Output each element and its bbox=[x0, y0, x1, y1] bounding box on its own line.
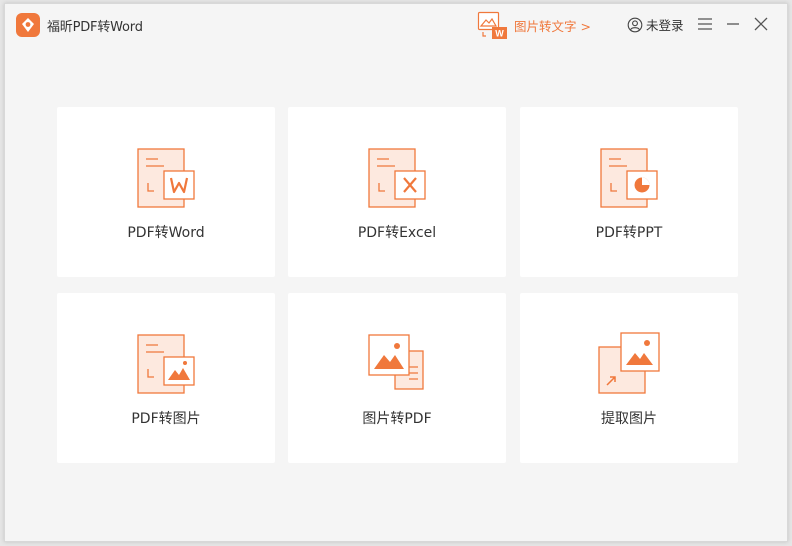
tool-card-label: PDF转图片 bbox=[131, 411, 201, 427]
app-title: 福昕PDF转Word bbox=[47, 20, 143, 35]
menu-button[interactable] bbox=[696, 15, 714, 33]
tool-card-label: PDF转PPT bbox=[595, 225, 663, 241]
tool-card-extract-image[interactable]: 提取图片 bbox=[520, 293, 738, 463]
login-label: 未登录 bbox=[646, 18, 684, 33]
app-window: 福昕PDF转Word W 图片转文字 > 未登录 PDF转Word PDF转Ex… bbox=[4, 3, 788, 542]
pdf-to-excel-icon bbox=[365, 145, 429, 209]
tool-card-pdf-to-ppt[interactable]: PDF转PPT bbox=[520, 107, 738, 277]
extract-image-icon bbox=[597, 331, 661, 395]
svg-text:W: W bbox=[495, 29, 504, 39]
tool-card-label: PDF转Excel bbox=[357, 225, 437, 241]
tool-card-label: 提取图片 bbox=[601, 411, 657, 427]
image-to-text-label: 图片转文字 > bbox=[514, 18, 591, 34]
tool-card-label: 图片转PDF bbox=[362, 411, 432, 427]
hamburger-icon bbox=[698, 18, 712, 30]
tool-card-pdf-to-excel[interactable]: PDF转Excel bbox=[288, 107, 506, 277]
tool-card-pdf-to-image[interactable]: PDF转图片 bbox=[57, 293, 275, 463]
pdf-to-ppt-icon bbox=[597, 145, 661, 209]
minimize-icon bbox=[727, 23, 739, 25]
minimize-button[interactable] bbox=[724, 15, 742, 33]
login-button[interactable]: 未登录 bbox=[627, 15, 684, 34]
app-logo-icon bbox=[16, 13, 40, 37]
user-icon bbox=[627, 17, 643, 32]
pdf-to-word-icon bbox=[134, 145, 198, 209]
tool-card-pdf-to-word[interactable]: PDF转Word bbox=[57, 107, 275, 277]
tool-grid: PDF转Word PDF转Excel PDF转PPT PDF转图片 图片转PDF… bbox=[57, 107, 739, 463]
close-button[interactable] bbox=[752, 15, 770, 33]
tool-card-image-to-pdf[interactable]: 图片转PDF bbox=[288, 293, 506, 463]
title-bar: 福昕PDF转Word W 图片转文字 > 未登录 bbox=[5, 4, 787, 46]
pdf-to-image-icon bbox=[134, 331, 198, 395]
image-to-pdf-icon bbox=[365, 331, 429, 395]
image-to-text-link[interactable]: W 图片转文字 > bbox=[476, 10, 591, 40]
tool-card-label: PDF转Word bbox=[127, 225, 205, 241]
close-icon bbox=[754, 17, 768, 31]
image-to-text-icon: W bbox=[476, 10, 510, 40]
